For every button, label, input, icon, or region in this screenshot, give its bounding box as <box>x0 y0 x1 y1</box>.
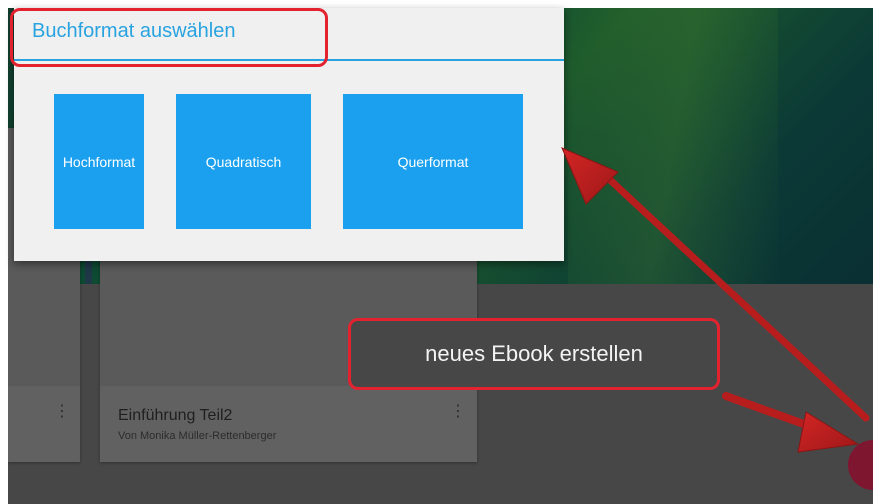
title-highlight-annotation <box>10 8 328 67</box>
book-card-footer: Einführung Teil2 Von Monika Müller-Rette… <box>100 386 477 462</box>
callout-label: neues Ebook erstellen <box>425 341 643 366</box>
background-light-streak <box>568 8 778 284</box>
book-author: Von Monika Müller-Rettenberger <box>118 430 277 442</box>
overflow-menu-icon[interactable]: ⋮ <box>450 404 466 420</box>
portrait-format-button[interactable]: Hochformat <box>54 94 144 229</box>
book-title: Einführung Teil2 <box>118 407 233 424</box>
callout-annotation: neues Ebook erstellen <box>348 318 720 390</box>
book-card-left-footer: ⋮ <box>8 386 80 462</box>
overflow-menu-icon[interactable]: ⋮ <box>54 404 70 420</box>
book-cover-edge <box>85 260 92 284</box>
landscape-format-button[interactable]: Querformat <box>343 94 523 229</box>
square-format-button[interactable]: Quadratisch <box>176 94 311 229</box>
